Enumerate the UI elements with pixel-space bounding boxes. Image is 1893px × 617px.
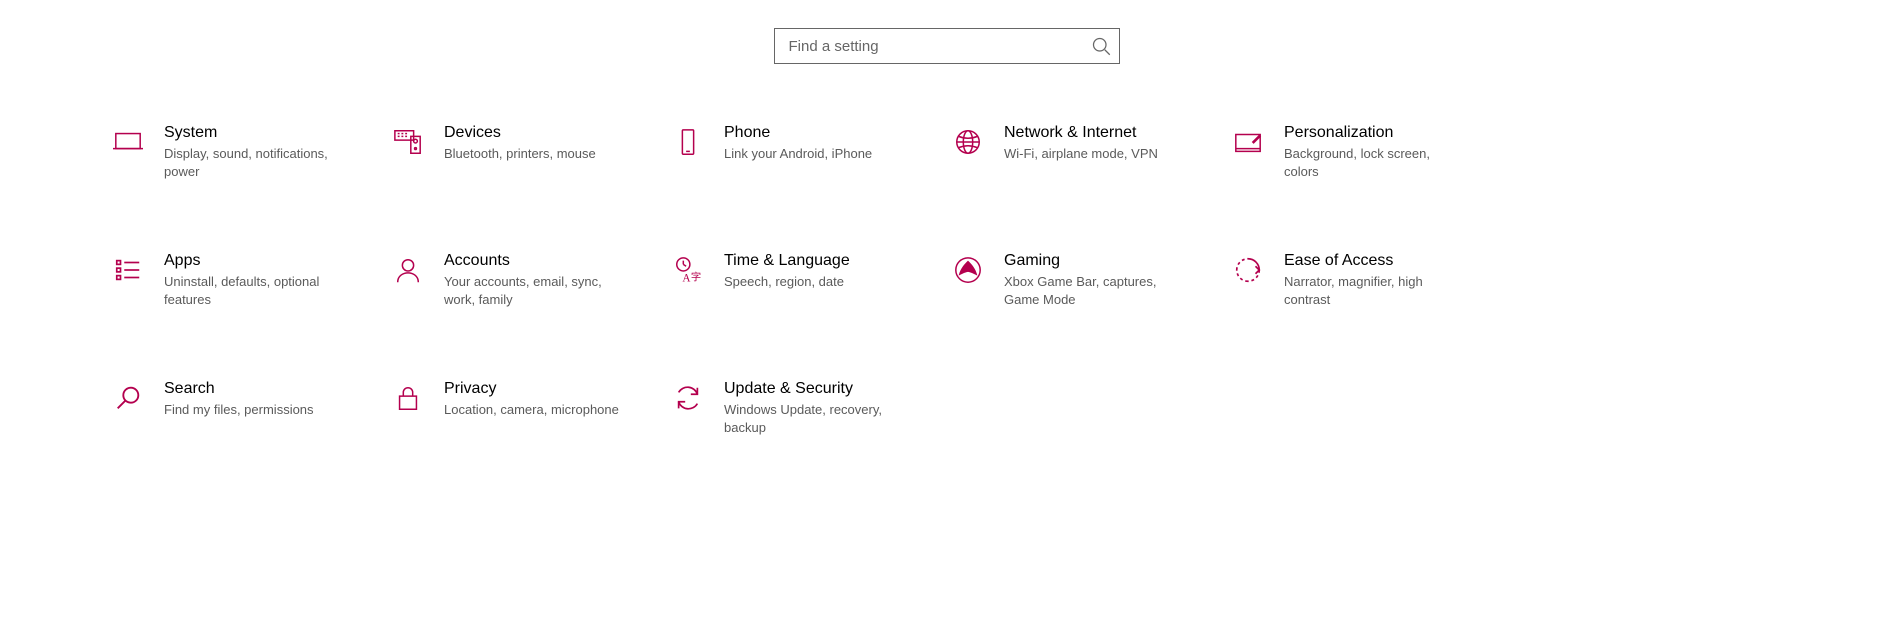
category-desc: Display, sound, notifications, power <box>164 145 344 180</box>
globe-icon <box>952 126 984 158</box>
category-desc: Background, lock screen, colors <box>1284 145 1464 180</box>
category-desc: Uninstall, defaults, optional features <box>164 273 344 308</box>
category-accounts[interactable]: Accounts Your accounts, email, sync, wor… <box>392 252 662 308</box>
category-personalization[interactable]: Personalization Background, lock screen,… <box>1232 124 1502 180</box>
category-ease-of-access[interactable]: Ease of Access Narrator, magnifier, high… <box>1232 252 1502 308</box>
category-desc: Speech, region, date <box>724 273 850 291</box>
category-title: Ease of Access <box>1284 252 1464 270</box>
devices-icon <box>392 126 424 158</box>
category-network[interactable]: Network & Internet Wi-Fi, airplane mode,… <box>952 124 1222 180</box>
category-title: Update & Security <box>724 380 904 398</box>
category-title: Gaming <box>1004 252 1184 270</box>
category-title: Privacy <box>444 380 619 398</box>
category-desc: Windows Update, recovery, backup <box>724 401 904 436</box>
category-title: Apps <box>164 252 344 270</box>
ease-of-access-icon <box>1232 254 1264 286</box>
category-search[interactable]: Search Find my files, permissions <box>112 380 382 436</box>
search-icon <box>1091 36 1111 56</box>
category-update-security[interactable]: Update & Security Windows Update, recove… <box>672 380 942 436</box>
update-icon <box>672 382 704 414</box>
category-time-language[interactable]: A 字 Time & Language Speech, region, date <box>672 252 942 308</box>
category-title: System <box>164 124 344 142</box>
category-title: Network & Internet <box>1004 124 1158 142</box>
system-icon <box>112 126 144 158</box>
category-desc: Wi-Fi, airplane mode, VPN <box>1004 145 1158 163</box>
category-desc: Bluetooth, printers, mouse <box>444 145 596 163</box>
category-phone[interactable]: Phone Link your Android, iPhone <box>672 124 942 180</box>
category-title: Devices <box>444 124 596 142</box>
category-title: Search <box>164 380 314 398</box>
category-title: Personalization <box>1284 124 1464 142</box>
personalization-icon <box>1232 126 1264 158</box>
category-devices[interactable]: Devices Bluetooth, printers, mouse <box>392 124 662 180</box>
search-input[interactable] <box>787 37 1091 56</box>
magnifier-icon <box>112 382 144 414</box>
category-desc: Your accounts, email, sync, work, family <box>444 273 624 308</box>
category-desc: Find my files, permissions <box>164 401 314 419</box>
category-title: Time & Language <box>724 252 850 270</box>
category-desc: Xbox Game Bar, captures, Game Mode <box>1004 273 1184 308</box>
category-gaming[interactable]: Gaming Xbox Game Bar, captures, Game Mod… <box>952 252 1222 308</box>
phone-icon <box>672 126 704 158</box>
gaming-icon <box>952 254 984 286</box>
category-title: Accounts <box>444 252 624 270</box>
category-system[interactable]: System Display, sound, notifications, po… <box>112 124 382 180</box>
lock-icon <box>392 382 424 414</box>
search-box[interactable] <box>774 28 1120 64</box>
settings-categories-grid: System Display, sound, notifications, po… <box>0 124 1893 436</box>
category-title: Phone <box>724 124 872 142</box>
category-privacy[interactable]: Privacy Location, camera, microphone <box>392 380 662 436</box>
time-language-icon: A 字 <box>672 254 704 286</box>
category-desc: Narrator, magnifier, high contrast <box>1284 273 1464 308</box>
category-desc: Link your Android, iPhone <box>724 145 872 163</box>
category-desc: Location, camera, microphone <box>444 401 619 419</box>
accounts-icon <box>392 254 424 286</box>
apps-icon <box>112 254 144 286</box>
svg-text:字: 字 <box>691 270 701 283</box>
category-apps[interactable]: Apps Uninstall, defaults, optional featu… <box>112 252 382 308</box>
